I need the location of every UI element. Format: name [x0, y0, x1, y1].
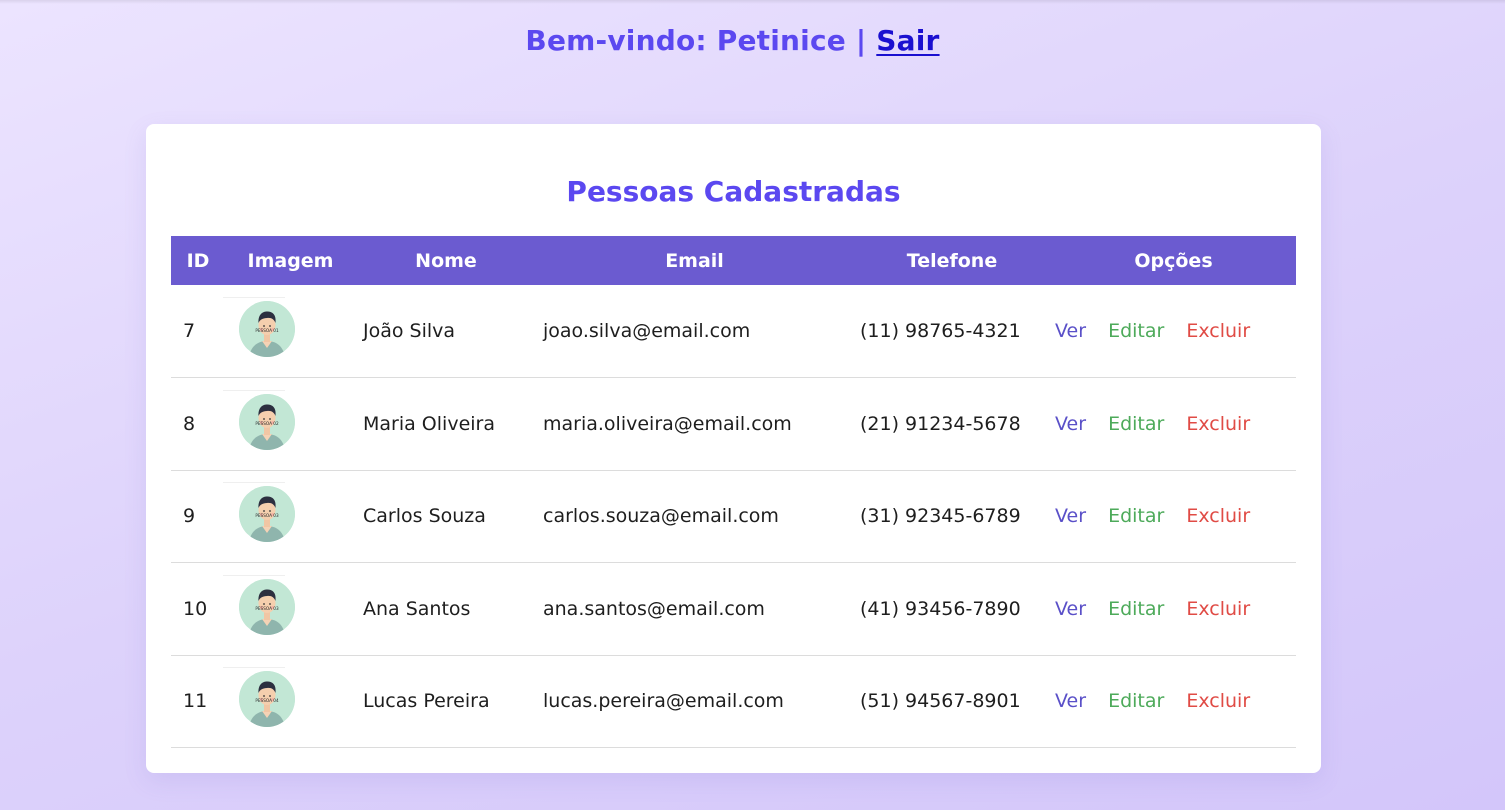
edit-link[interactable]: Editar [1108, 413, 1164, 435]
column-header-telefone: Telefone [906, 249, 998, 272]
row-options: Ver Editar Excluir [1051, 285, 1296, 378]
row-telefone: (41) 93456-7890 [860, 597, 1021, 620]
row-nome: João Silva [363, 320, 456, 342]
row-telefone: (11) 98765-4321 [860, 320, 1021, 342]
edit-link[interactable]: Editar [1108, 690, 1164, 712]
person-avatar-icon: PESSOA 04 [239, 671, 295, 728]
row-nome: Carlos Souza [363, 505, 486, 528]
delete-link[interactable]: Excluir [1186, 690, 1250, 712]
edit-link[interactable]: Editar [1108, 505, 1164, 527]
delete-link[interactable]: Excluir [1186, 320, 1250, 342]
person-avatar-icon: PESSOA 03 [239, 578, 295, 635]
top-shadow [0, 0, 1505, 4]
table-row: 8 PESSOA 02 Maria Oliveira maria.oliveir… [171, 378, 1296, 471]
row-options: Ver Editar Excluir [1051, 470, 1296, 563]
welcome-header: Bem-vindo: Petinice | Sair [0, 24, 1465, 57]
row-image-cell: PESSOA 03 [223, 470, 356, 563]
page-title: Pessoas Cadastradas [566, 175, 901, 208]
table-row: 9 PESSOA 03 Carlos Souza carlos.souza@em… [171, 470, 1296, 563]
view-link[interactable]: Ver [1055, 690, 1086, 712]
avatar-caption: PESSOA 03 [255, 513, 279, 518]
row-email: joao.silva@email.com [543, 320, 751, 342]
row-id: 7 [183, 320, 196, 342]
row-email: lucas.pereira@email.com [543, 690, 784, 713]
avatar-caption: PESSOA 01 [255, 328, 279, 333]
people-table: ID Imagem Nome Email Telefone Opções 7 P… [171, 236, 1296, 748]
row-image-cell: PESSOA 02 [223, 378, 356, 471]
row-image-cell: PESSOA 01 [223, 285, 356, 378]
edit-link[interactable]: Editar [1108, 320, 1164, 342]
row-image-cell: PESSOA 04 [223, 655, 356, 748]
logout-link[interactable]: Sair [876, 24, 939, 57]
row-email: maria.oliveira@email.com [543, 412, 792, 435]
view-link[interactable]: Ver [1055, 413, 1086, 435]
row-telefone: (31) 92345-6789 [860, 505, 1021, 528]
table-row: 7 PESSOA 01 João Silva joao.silva@email.… [171, 285, 1296, 378]
row-email: carlos.souza@email.com [543, 505, 779, 528]
table-row: 11 PESSOA 04 Lucas Pereira lucas.pereira… [171, 655, 1296, 748]
column-header-imagem: Imagem [247, 249, 334, 272]
person-avatar-icon: PESSOA 01 [239, 301, 295, 357]
person-avatar-svg: PESSOA 04 [239, 671, 295, 728]
row-id: 8 [183, 412, 196, 435]
row-nome: Lucas Pereira [363, 690, 490, 713]
row-nome: Maria Oliveira [363, 412, 495, 435]
table-row: 10 PESSOA 03 Ana Santos ana.santos@email… [171, 563, 1296, 656]
person-avatar-svg: PESSOA 01 [239, 301, 295, 357]
avatar-caption: PESSOA 02 [255, 421, 279, 426]
row-email: ana.santos@email.com [543, 597, 765, 620]
welcome-text: Bem-vindo: Petinice | [525, 24, 867, 57]
person-avatar-icon: PESSOA 02 [239, 393, 295, 450]
row-options: Ver Editar Excluir [1051, 655, 1296, 748]
edit-link[interactable]: Editar [1108, 598, 1164, 620]
header-row: ID Imagem Nome Email Telefone Opções [171, 236, 1296, 285]
view-link[interactable]: Ver [1055, 320, 1086, 342]
avatar-caption: PESSOA 04 [255, 698, 279, 703]
person-avatar-svg: PESSOA 03 [239, 578, 295, 635]
person-avatar-svg: PESSOA 03 [239, 486, 295, 543]
column-header-email: Email [665, 249, 724, 272]
delete-link[interactable]: Excluir [1186, 413, 1250, 435]
table-body: 7 PESSOA 01 João Silva joao.silva@email.… [171, 285, 1296, 748]
column-header-nome: Nome [415, 249, 477, 272]
row-id: 9 [183, 505, 196, 528]
table-header: ID Imagem Nome Email Telefone Opções [171, 236, 1296, 285]
delete-link[interactable]: Excluir [1186, 598, 1250, 620]
view-link[interactable]: Ver [1055, 598, 1086, 620]
row-nome: Ana Santos [363, 597, 471, 620]
column-header-id: ID [186, 249, 210, 272]
row-id: 10 [183, 597, 208, 620]
avatar-caption: PESSOA 03 [255, 606, 279, 611]
row-telefone: (21) 91234-5678 [860, 412, 1021, 435]
row-options: Ver Editar Excluir [1051, 378, 1296, 471]
row-id: 11 [183, 690, 208, 713]
delete-link[interactable]: Excluir [1186, 505, 1250, 527]
row-options: Ver Editar Excluir [1051, 563, 1296, 656]
column-header-opcoes: Opções [1134, 249, 1213, 272]
row-telefone: (51) 94567-8901 [860, 690, 1021, 713]
person-avatar-icon: PESSOA 03 [239, 486, 295, 543]
view-link[interactable]: Ver [1055, 505, 1086, 527]
row-image-cell: PESSOA 03 [223, 563, 356, 656]
person-avatar-svg: PESSOA 02 [239, 393, 295, 450]
people-card: Pessoas Cadastradas ID Imagem Nome Email… [146, 124, 1321, 773]
